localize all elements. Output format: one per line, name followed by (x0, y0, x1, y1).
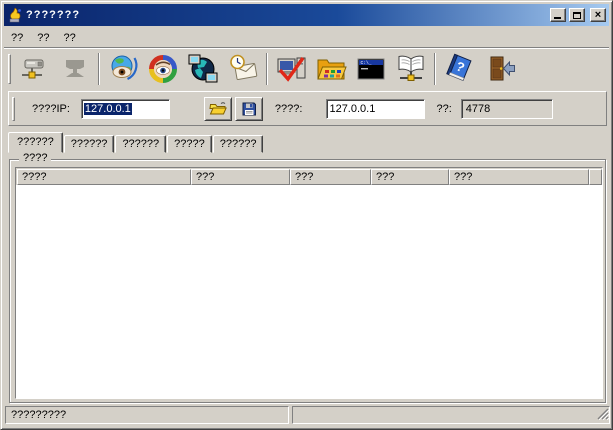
address-label: ????: (275, 103, 303, 115)
address-input[interactable] (326, 99, 425, 119)
connection-form: ????IP: 127.0.0.1 ????: ??: 4778 (8, 91, 607, 126)
globe-eye-icon (107, 53, 139, 85)
column-header-3[interactable]: ??? (290, 169, 371, 185)
open-button[interactable] (204, 97, 232, 121)
toolbar: C:\_ ? (4, 47, 609, 90)
column-header-5[interactable]: ??? (449, 169, 589, 185)
open-folder-icon (209, 101, 227, 117)
app-window: ??????? × ?? ?? ?? (0, 0, 613, 430)
window-title: ??????? (26, 9, 547, 21)
status-bar: ????????? (4, 403, 611, 426)
help-button[interactable]: ? (439, 51, 479, 88)
open-book-network-icon (395, 53, 427, 85)
eye-ring-icon (147, 53, 179, 85)
network-computer-icon (19, 53, 51, 85)
tab-2[interactable]: ?????? (64, 135, 115, 153)
globe-computers-icon (187, 53, 219, 85)
remote-desktop-button[interactable] (183, 51, 223, 88)
status-panel-left: ????????? (5, 406, 289, 424)
programs-folder-icon (315, 53, 347, 85)
ip-input-value: 127.0.0.1 (84, 103, 132, 115)
eye-viewer-button[interactable] (143, 51, 183, 88)
connect-button[interactable] (15, 51, 55, 88)
close-icon: × (595, 10, 601, 21)
computer-check-icon (275, 53, 307, 85)
network-computer-disabled-icon (59, 53, 91, 85)
maximize-button[interactable] (569, 8, 585, 22)
tab-5[interactable]: ?????? (213, 135, 264, 153)
column-header-4[interactable]: ??? (371, 169, 449, 185)
list-header: ???? ??? ??? ??? ??? (16, 168, 602, 185)
port-value: 4778 (466, 103, 490, 115)
disconnect-button[interactable] (55, 51, 95, 88)
toolbar-separator (434, 53, 436, 85)
tab-1[interactable]: ?????? (8, 132, 63, 153)
envelope-clock-icon (227, 53, 259, 85)
column-header-2[interactable]: ??? (191, 169, 290, 185)
save-floppy-icon (241, 101, 257, 117)
list-groupbox: ???? ???? ??? ??? ??? ??? (9, 159, 606, 403)
tab-4[interactable]: ????? (167, 135, 212, 153)
maximize-icon (573, 12, 581, 19)
list-body[interactable] (16, 185, 602, 398)
menu-item-2[interactable]: ?? (30, 30, 56, 46)
status-panel-right (292, 406, 610, 424)
resize-grip[interactable] (595, 406, 609, 423)
help-book-icon: ? (443, 53, 475, 85)
exit-button[interactable] (479, 51, 519, 88)
mail-button[interactable] (223, 51, 263, 88)
toolbar-separator (98, 53, 100, 85)
column-header-1[interactable]: ???? (17, 169, 191, 185)
minimize-icon (554, 17, 561, 19)
command-prompt-icon: C:\_ (355, 53, 387, 85)
groupbox-label: ???? (19, 152, 51, 164)
toolbar-separator (266, 53, 268, 85)
close-button[interactable]: × (590, 8, 606, 22)
column-header-filler (589, 169, 602, 185)
web-browser-button[interactable] (103, 51, 143, 88)
menu-bar: ?? ?? ?? (4, 28, 609, 47)
minimize-button[interactable] (550, 8, 566, 22)
menu-item-3[interactable]: ?? (57, 30, 83, 46)
computer-check-button[interactable] (271, 51, 311, 88)
programs-folder-button[interactable] (311, 51, 351, 88)
toolbar-gripper[interactable] (8, 54, 11, 84)
status-text: ????????? (11, 409, 66, 421)
save-button[interactable] (235, 97, 263, 121)
port-label: ??: (436, 103, 451, 115)
app-icon (7, 7, 23, 23)
title-bar: ??????? × (4, 4, 609, 26)
port-field: 4778 (461, 99, 553, 119)
exit-door-icon (483, 53, 515, 85)
command-prompt-button[interactable]: C:\_ (351, 51, 391, 88)
network-book-button[interactable] (391, 51, 431, 88)
ip-label: ????IP: (32, 103, 70, 115)
tab-3[interactable]: ?????? (115, 135, 166, 153)
ip-input[interactable]: 127.0.0.1 (81, 99, 170, 119)
formband-gripper[interactable] (12, 97, 15, 121)
cmd-icon-text: C:\_ (361, 60, 372, 66)
list-view[interactable]: ???? ??? ??? ??? ??? (15, 167, 603, 399)
menu-item-1[interactable]: ?? (4, 30, 30, 46)
tab-strip: ?????? ?????? ?????? ????? ?????? (9, 132, 264, 153)
